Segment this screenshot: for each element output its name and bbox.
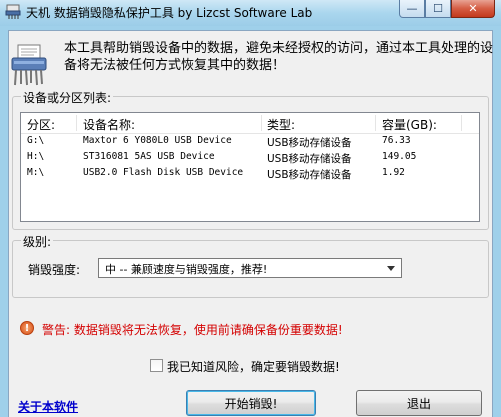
close-icon: ✕ [468,2,478,15]
start-destroy-label: 开始销毁! [224,396,278,411]
device-group-title: 设备或分区列表: [21,89,114,106]
strength-selected-value: 中 -- 兼顾速度与销毁强度，推荐! [105,263,268,276]
row-capacity: 1.92 [382,167,405,178]
table-row[interactable]: H:\ ST316081 5AS USB Device USB移动存储设备 14… [21,150,479,166]
minimize-icon: — [406,2,418,15]
title-bar: 天机 数据销毁隐私保护工具 by Lizcst Software Lab — ☐… [0,0,501,26]
column-partition[interactable]: 分区: [27,116,55,133]
column-device-name[interactable]: 设备名称: [83,116,135,133]
warning-icon: ! [20,321,34,335]
level-group-title: 级别: [21,233,54,250]
device-list[interactable]: 分区: 设备名称: 类型: 容量(GB): G:\ Maxtor 6 Y080L… [20,112,480,222]
device-list-header: 分区: 设备名称: 类型: 容量(GB): [21,113,479,134]
row-type: USB移动存储设备 [267,169,352,181]
row-partition: M:\ [27,167,45,178]
row-capacity: 76.33 [382,135,411,146]
confirm-risk-checkbox[interactable] [150,359,163,372]
row-partition: G:\ [27,135,45,146]
table-row[interactable]: G:\ Maxtor 6 Y080L0 USB Device USB移动存储设备… [21,134,479,150]
table-row[interactable]: M:\ USB2.0 Flash Disk USB Device USB移动存储… [21,166,479,182]
column-capacity[interactable]: 容量(GB): [382,116,437,133]
row-type: USB移动存储设备 [267,153,352,165]
row-device-name: Maxtor 6 Y080L0 USB Device [83,135,232,146]
row-type: USB移动存储设备 [267,137,352,149]
window-title: 天机 数据销毁隐私保护工具 by Lizcst Software Lab [26,6,313,20]
intro-text: 本工具帮助销毁设备中的数据，避免未经授权的访问，通过本工具处理的设备将无法被任何… [64,41,494,73]
maximize-icon: ☐ [433,2,443,15]
row-partition: H:\ [27,151,45,162]
row-device-name: ST316081 5AS USB Device [83,151,215,162]
chevron-down-icon[interactable] [387,266,395,271]
app-shredder-icon [5,4,21,19]
minimize-button[interactable]: — [399,0,425,18]
column-type[interactable]: 类型: [267,116,295,133]
close-button[interactable]: ✕ [451,0,495,18]
shredder-icon [11,44,47,86]
strength-select[interactable]: 中 -- 兼顾速度与销毁强度，推荐! [98,258,402,278]
exit-label: 退出 [406,396,431,411]
maximize-button[interactable]: ☐ [425,0,451,18]
start-destroy-button[interactable]: 开始销毁! [186,390,316,416]
confirm-risk-label[interactable]: 我已知道风险，确定要销毁数据! [167,358,340,375]
strength-label: 销毁强度: [28,263,81,277]
row-device-name: USB2.0 Flash Disk USB Device [83,167,244,178]
about-software-link[interactable]: 关于本软件 [18,398,78,415]
warning-text: 警告: 数据销毁将无法恢复，使用前请确保备份重要数据! [42,323,343,337]
exit-button[interactable]: 退出 [356,390,482,416]
row-capacity: 149.05 [382,151,417,162]
